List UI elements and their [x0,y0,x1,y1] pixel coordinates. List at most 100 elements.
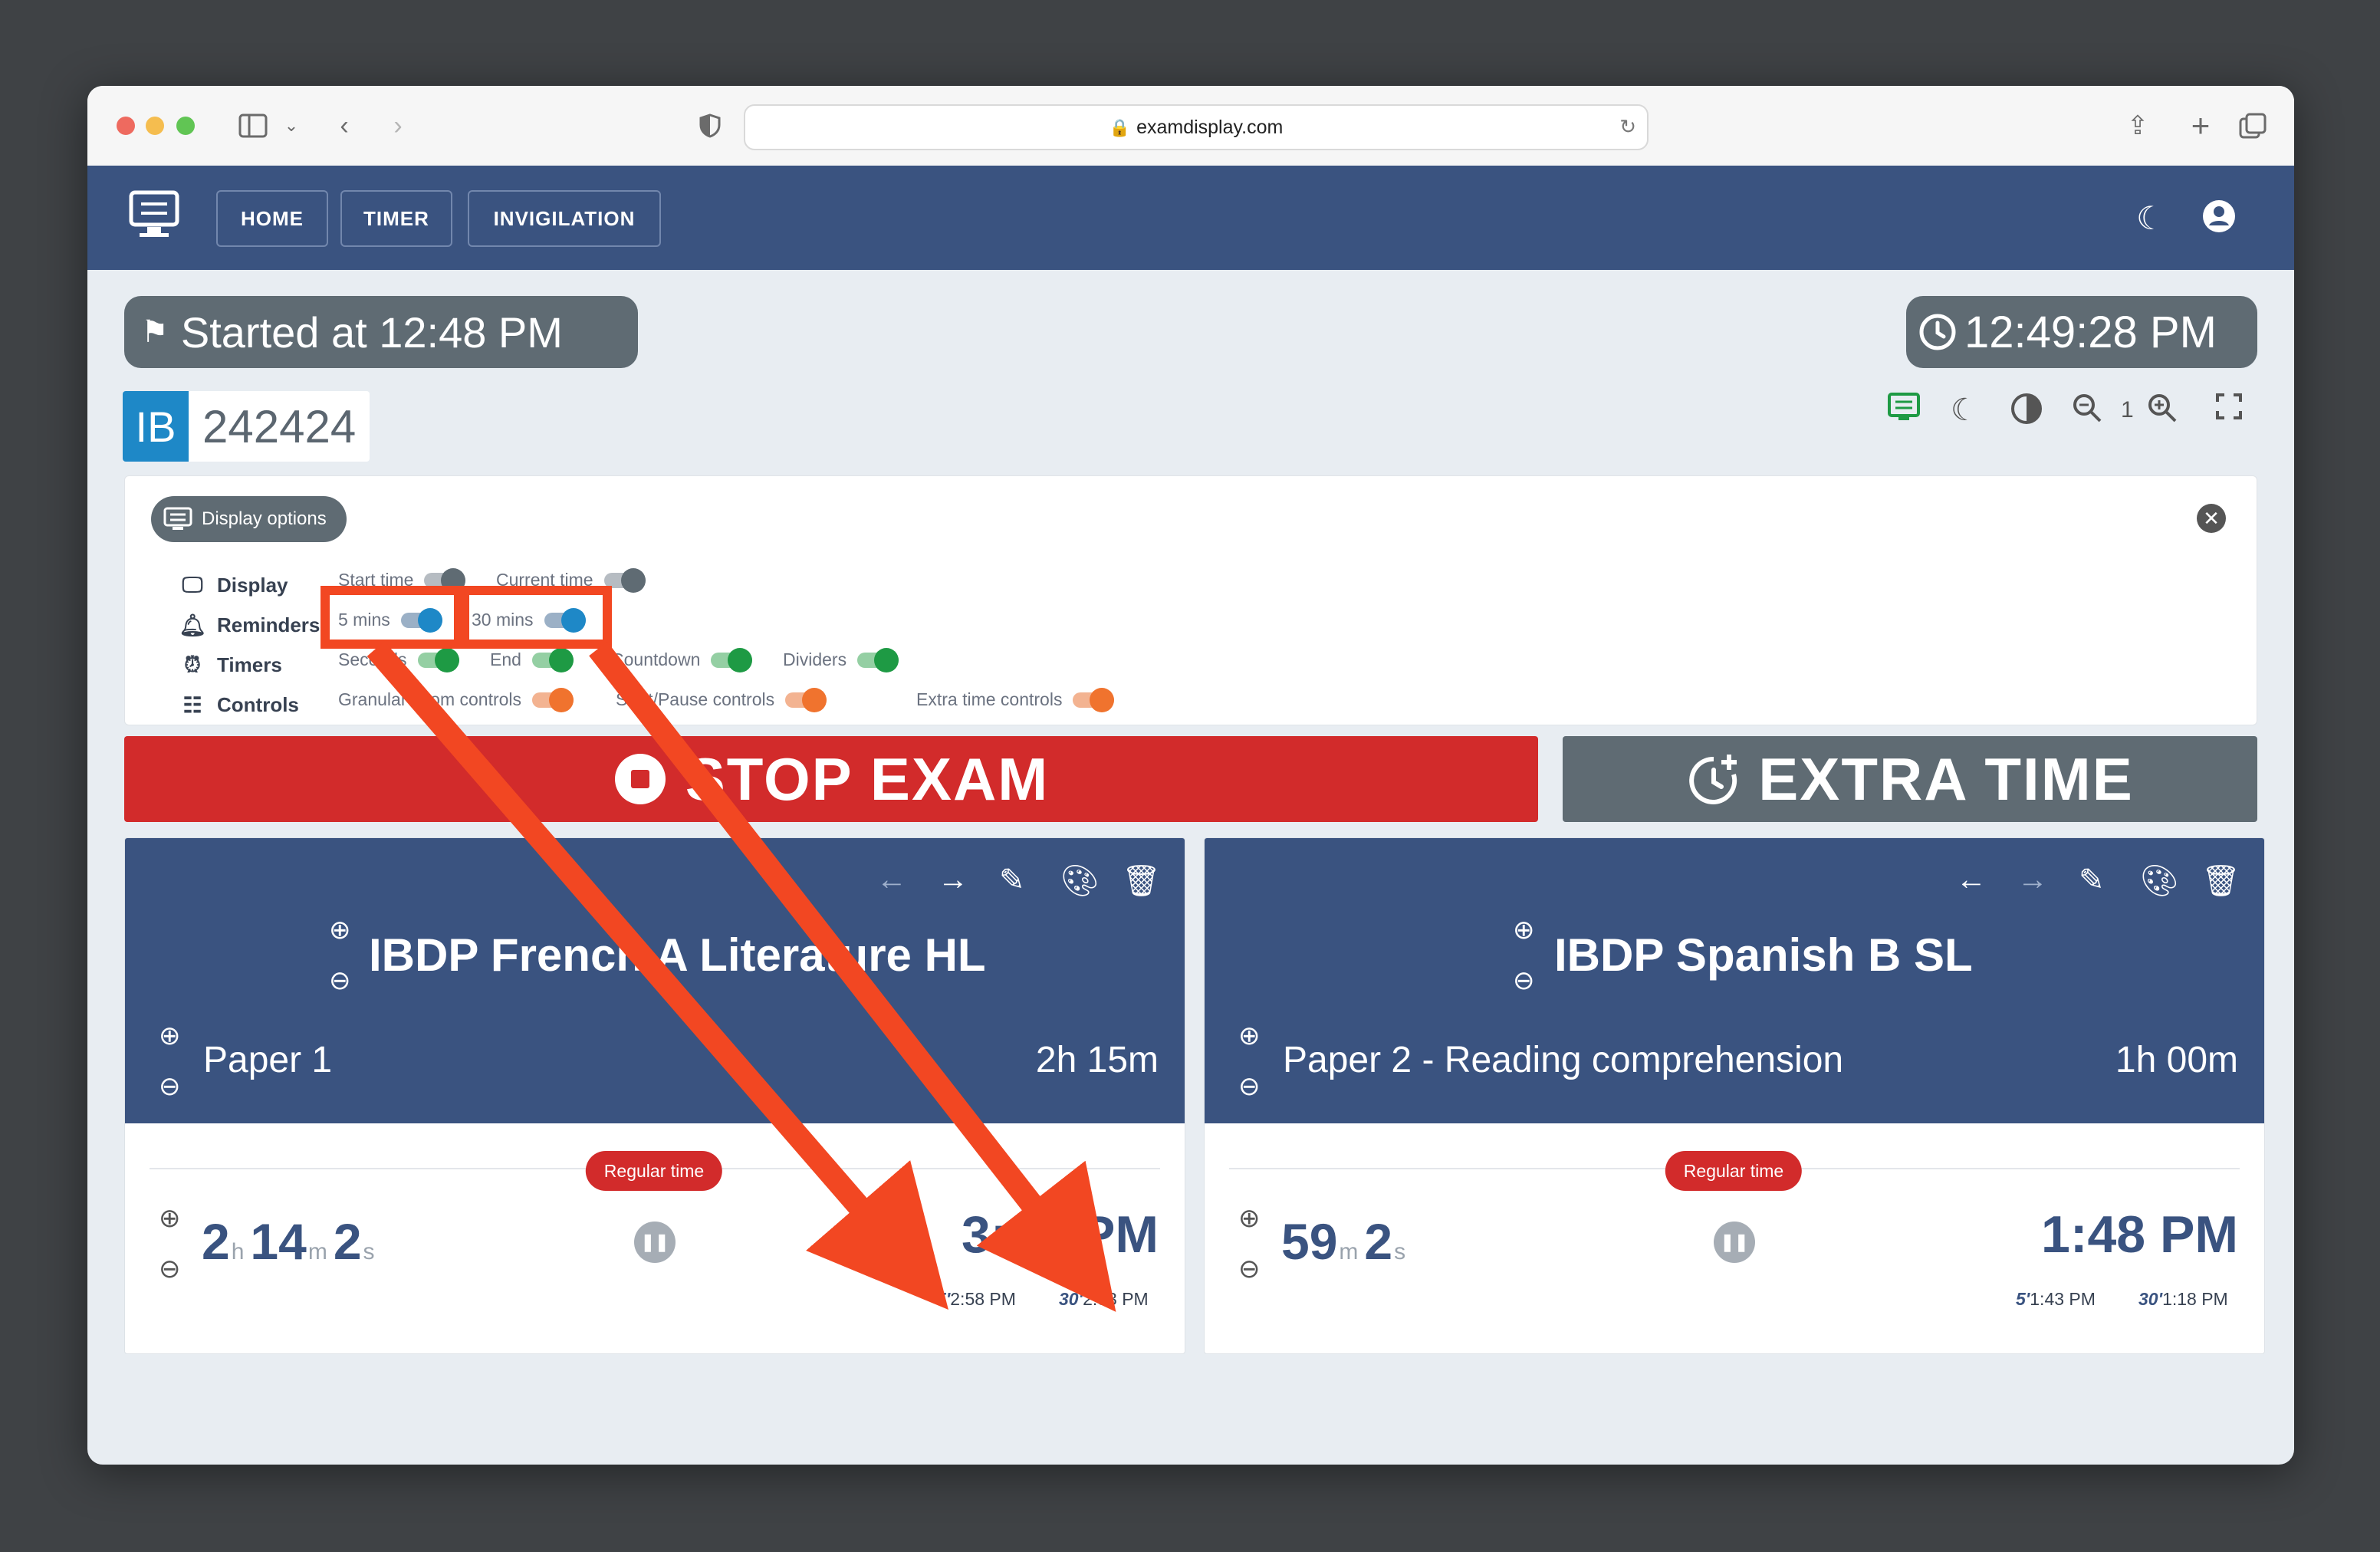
zoom-out-icon[interactable]: ⊖ [329,965,351,996]
forward-arrow-icon[interactable]: › [385,109,411,143]
row-display: 🖵 Display [179,573,288,598]
zoom-out-icon[interactable]: ⊖ [1238,1254,1261,1284]
extra-time-button[interactable]: EXTRA TIME [1563,736,2257,822]
pause-button[interactable]: ❚❚ [634,1222,676,1263]
arrow-right-icon[interactable]: → [938,863,968,897]
toggle-granular-zoom[interactable]: Granular zoom controls [338,687,574,712]
minimize-window-button[interactable] [146,117,164,135]
url-label: examdisplay.com [1136,117,1284,138]
arrow-left-icon[interactable]: ← [876,863,907,897]
display-options-chip[interactable]: Display options [151,496,347,542]
end-time: 3:03 PM [962,1205,1159,1264]
reminder-time: 2:58 PM [950,1289,1016,1309]
nav-invigilation[interactable]: INVIGILATION [468,190,661,247]
toggle-switch[interactable] [785,687,827,712]
zoom-in-icon[interactable]: ⊕ [1238,1203,1261,1234]
chevron-down-icon[interactable]: ⌄ [282,109,301,143]
close-icon[interactable]: ✕ [2197,504,2226,533]
reload-icon[interactable]: ↻ [1619,115,1636,139]
toggle-label: Start time [338,570,414,590]
trash-icon[interactable]: 🗑︎ [1122,863,1161,899]
unit-label: s [1394,1239,1406,1264]
toggle-label: Extra time controls [916,689,1063,709]
toggle-countdown[interactable]: Countdown [611,647,753,672]
toggle-label: Dividers [783,649,847,669]
toggle-switch[interactable] [711,647,753,672]
zoom-in-icon[interactable]: ⊕ [159,1203,181,1234]
zoom-in-icon[interactable]: ⊕ [1513,915,1535,945]
exam-title: IBDP French A Literature HL [369,929,986,981]
toggle-label: Granular zoom controls [338,689,522,709]
nav-timer[interactable]: TIMER [340,190,452,247]
fullscreen-icon[interactable] [2216,393,2242,427]
toggle-5-mins[interactable]: 5 mins [338,607,442,633]
exam-paper: Paper 1 [203,1040,333,1080]
reminder-mark: 30' [2138,1289,2163,1309]
current-time: 12:49:28 PM [1964,307,2217,357]
countdown-minutes: 59 [1281,1213,1338,1270]
sidebar-toggle-icon[interactable] [236,109,270,143]
toggle-end[interactable]: End [490,647,574,672]
reminder-time: 1:43 PM [2030,1289,2096,1309]
palette-icon[interactable]: 🎨︎ [2140,863,2179,899]
started-pill: ⚑ Started at 12:48 PM [124,296,638,368]
zoom-out-icon[interactable]: ⊖ [1238,1071,1261,1102]
toggle-current-time[interactable]: Current time [496,567,646,593]
zoom-in-icon[interactable] [2147,393,2178,431]
zoom-out-icon[interactable] [2072,393,2102,431]
monitor-icon [163,507,192,531]
row-label: Timers [217,653,282,676]
account-icon[interactable] [2202,199,2236,237]
display-options-icon[interactable] [1888,393,1920,429]
toggle-seconds[interactable]: Seconds [338,647,459,672]
share-icon[interactable]: ⇪ [2122,109,2153,143]
zoom-in-icon[interactable]: ⊕ [1238,1021,1261,1051]
toggle-switch[interactable] [544,607,586,633]
zoom-in-icon[interactable]: ⊕ [329,915,351,945]
address-bar[interactable]: 🔒 examdisplay.com ↻ [744,104,1649,150]
nav-home[interactable]: HOME [216,190,328,247]
contrast-icon[interactable] [2010,393,2043,432]
exam-card: ← → ✎ 🎨︎ 🗑︎ ⊕ ⊖ IBDP French A Literature… [124,837,1185,1354]
stop-exam-button[interactable]: STOP EXAM [124,736,1538,822]
toggle-switch[interactable] [400,607,442,633]
toggle-label: Seconds [338,649,407,669]
palette-icon[interactable]: 🎨︎ [1060,863,1100,899]
shield-icon[interactable] [695,109,725,143]
toggle-switch[interactable] [1073,687,1115,712]
moon-icon[interactable]: ☾ [1951,393,1978,428]
toggle-switch[interactable] [857,647,899,672]
toggle-extra-time[interactable]: Extra time controls [916,687,1115,712]
toggle-switch[interactable] [532,687,574,712]
time-badge: Regular time [1665,1151,1803,1191]
browser-toolbar: ⌄ ‹ › 🔒 examdisplay.com ↻ ⇪ + [87,86,2294,166]
time-badge: Regular time [585,1151,723,1191]
row-label: Controls [217,693,299,716]
pencil-icon[interactable]: ✎ [2079,863,2105,898]
toggle-switch[interactable] [603,567,646,593]
reminder-5: 5'2:58 PM [936,1289,1016,1310]
arrow-left-icon[interactable]: ← [1956,863,1987,897]
pause-button[interactable]: ❚❚ [1714,1222,1755,1263]
close-window-button[interactable] [117,117,135,135]
tab-overview-icon[interactable] [2236,109,2270,143]
toggle-30-mins[interactable]: 30 mins [472,607,586,633]
zoom-window-button[interactable] [176,117,195,135]
toggle-start-time[interactable]: Start time [338,567,466,593]
zoom-out-icon[interactable]: ⊖ [159,1254,181,1284]
zoom-in-icon[interactable]: ⊕ [159,1021,181,1051]
arrow-right-icon[interactable]: → [2017,863,2048,897]
toggle-dividers[interactable]: Dividers [783,647,899,672]
trash-icon[interactable]: 🗑︎ [2201,863,2240,899]
dark-mode-icon[interactable]: ☾ [2136,199,2165,237]
back-arrow-icon[interactable]: ‹ [331,109,357,143]
toggle-switch[interactable] [531,647,574,672]
zoom-out-icon[interactable]: ⊖ [1513,965,1535,996]
zoom-out-icon[interactable]: ⊖ [159,1071,181,1102]
toggle-switch[interactable] [424,567,466,593]
logo-icon[interactable] [129,190,179,243]
toggle-start-pause[interactable]: Start/Pause controls [616,687,827,712]
pencil-icon[interactable]: ✎ [999,863,1025,898]
new-tab-icon[interactable]: + [2185,107,2216,143]
toggle-switch[interactable] [417,647,459,672]
